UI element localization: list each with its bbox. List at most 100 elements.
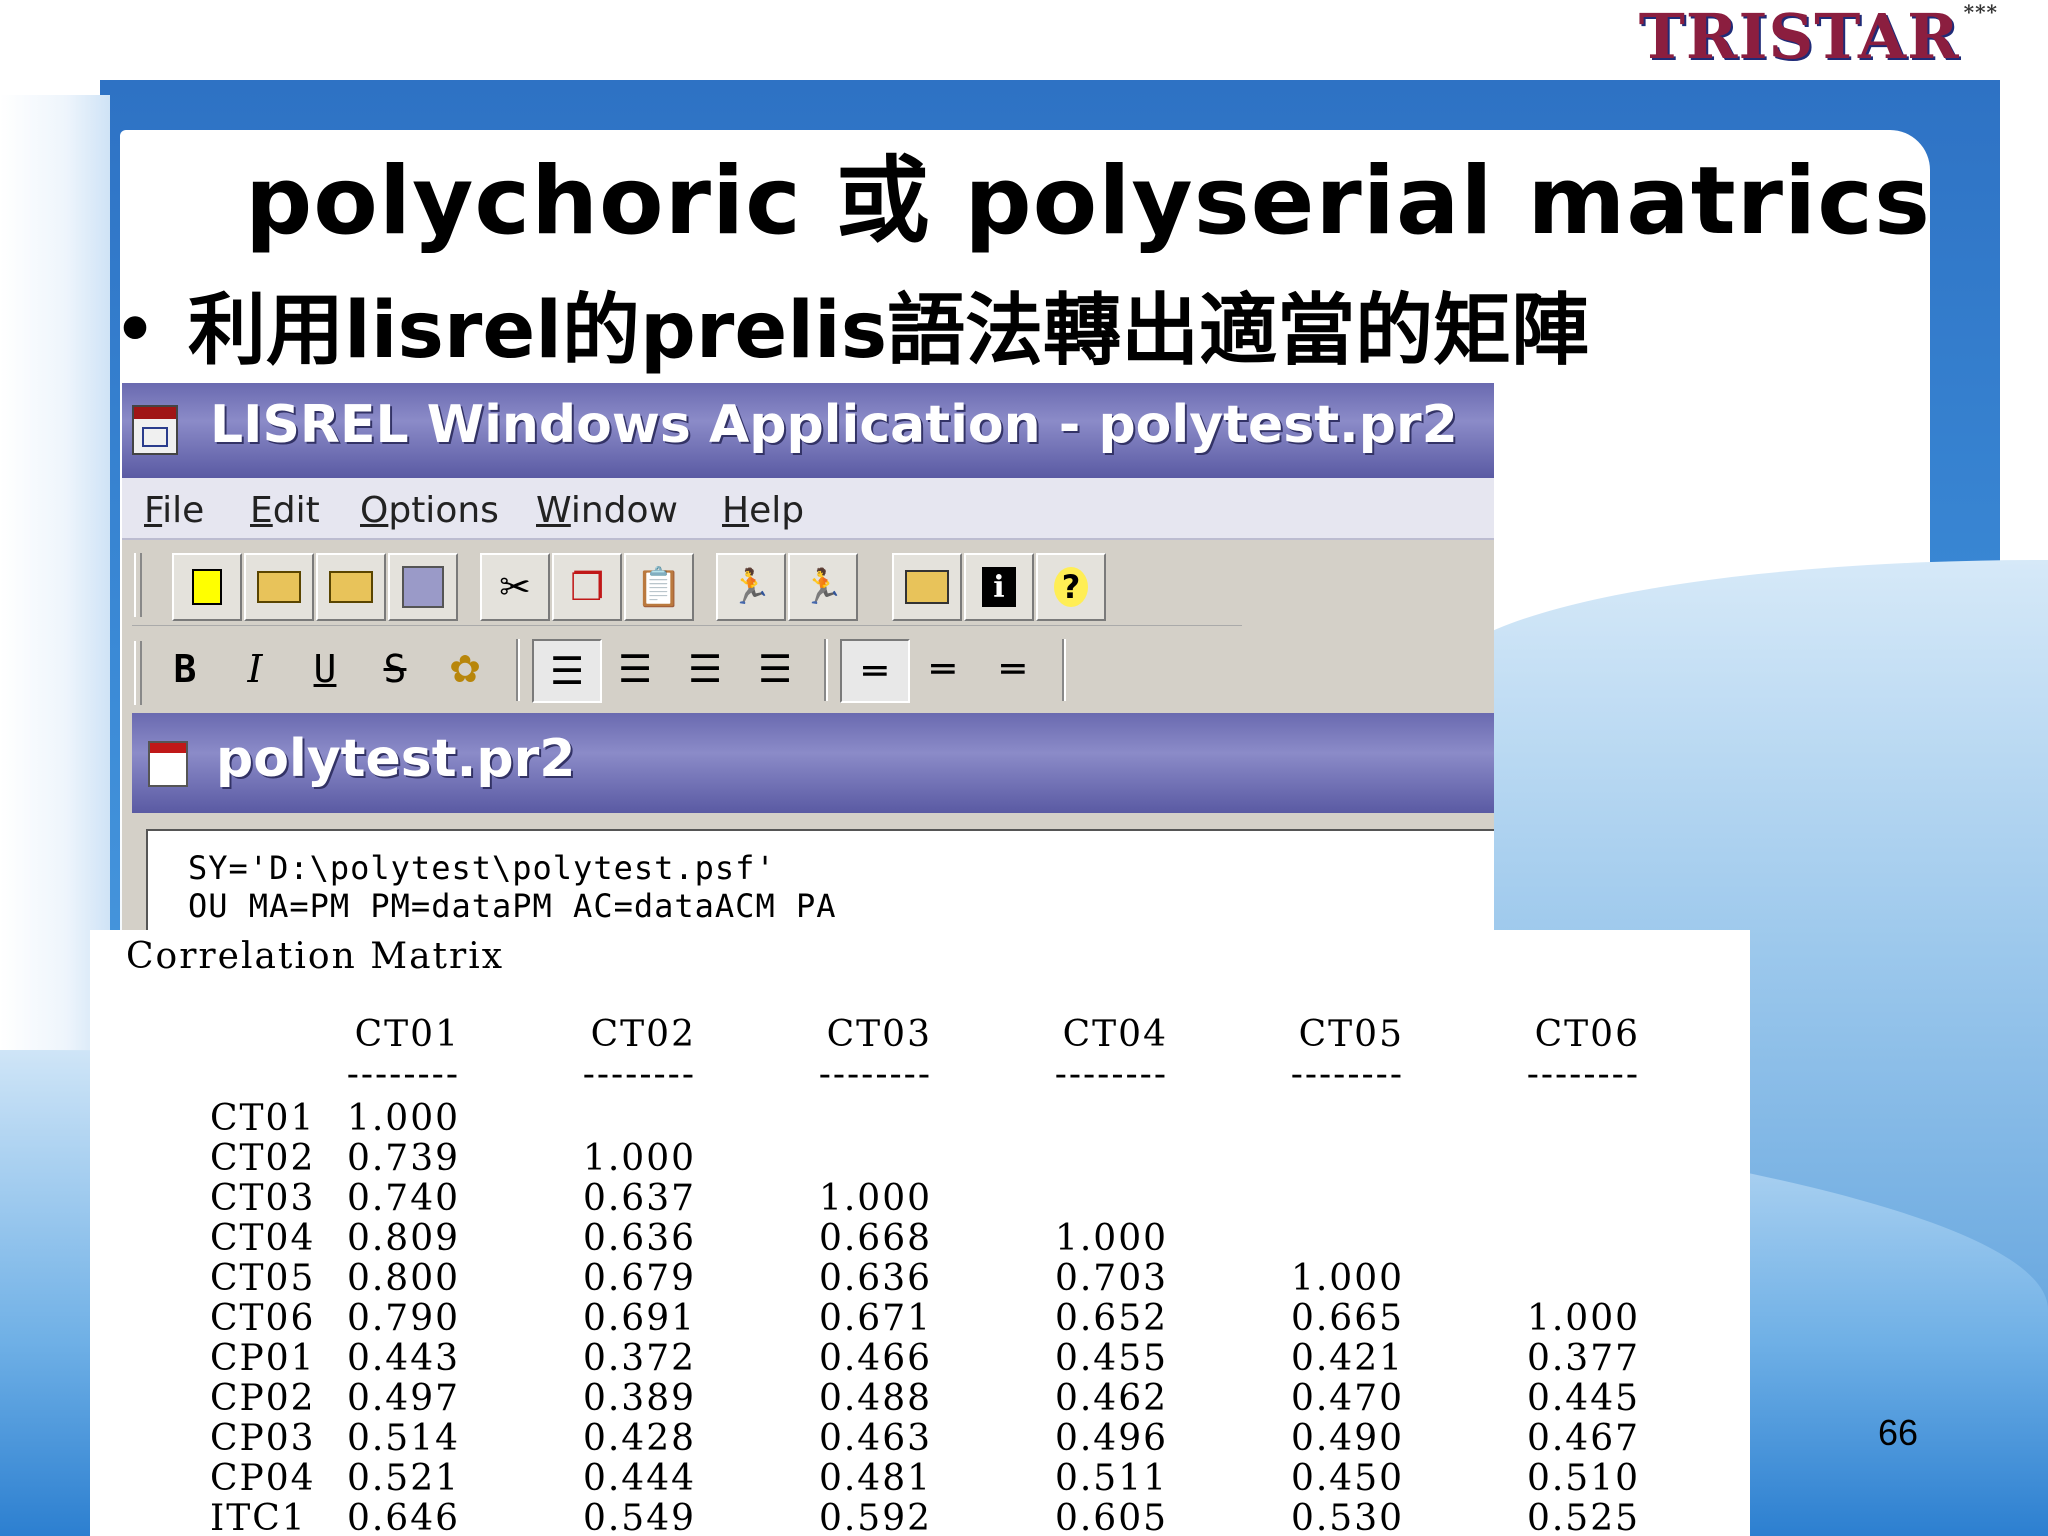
run-lisrel-button[interactable]: 🏃 (716, 553, 786, 621)
matrix-cell: 0.450 (1290, 1458, 1404, 1499)
document-titlebar[interactable]: polytest.pr2 (132, 713, 1494, 813)
align-left-icon: ☰ (549, 649, 585, 693)
paste-icon: 📋 (635, 564, 683, 609)
align-right-button[interactable]: ☰ (672, 639, 738, 699)
matrix-cell: 0.463 (818, 1418, 932, 1459)
align-right-icon: ☰ (687, 647, 723, 691)
lisrel-app-icon[interactable] (132, 405, 178, 455)
save-button[interactable] (388, 553, 458, 621)
matrix-cell: 1.000 (346, 1098, 460, 1139)
matrix-cell: 0.377 (1526, 1338, 1640, 1379)
document-title: polytest.pr2 (216, 729, 576, 789)
code-line: SY='D:\polytest\polytest.psf' (188, 849, 776, 887)
toolbar-grip[interactable] (134, 553, 142, 617)
bullet-dot: • (112, 286, 159, 376)
run-prelis-icon: 🏃 (801, 567, 845, 607)
one-half-spacing-button[interactable]: ═ (910, 639, 976, 699)
scissors-icon: ✂ (499, 565, 531, 609)
underline-button[interactable]: U (292, 639, 358, 699)
align-center-icon: ☰ (617, 647, 653, 691)
help-button[interactable]: ? (1036, 553, 1106, 621)
brand-logo: TRISTAR *** (1638, 0, 1998, 73)
run-lisrel-icon: 🏃 (729, 567, 773, 607)
matrix-cell: 0.646 (346, 1498, 460, 1536)
syntax-editor[interactable]: SY='D:\polytest\polytest.psf' OU MA=PM P… (146, 829, 1494, 933)
color-button[interactable]: ✿ (432, 639, 498, 699)
strikethrough-button[interactable]: S (362, 639, 428, 699)
italic-button[interactable]: I (222, 639, 288, 699)
matrix-cell: 0.636 (818, 1258, 932, 1299)
menu-options[interactable]: Options (360, 490, 499, 531)
matrix-cell: 0.740 (346, 1178, 460, 1219)
new-file-icon (192, 569, 222, 605)
menu-window[interactable]: Window (536, 490, 678, 531)
printer-icon (905, 570, 949, 604)
slide-title: polychoric 或 polyserial matrics (245, 147, 1931, 256)
column-divider: -------- (1054, 1054, 1168, 1095)
code-line: OU MA=PM PM=dataPM AC=dataACM PA (188, 887, 837, 925)
copy-icon: ❐ (569, 565, 605, 609)
paste-button[interactable]: 📋 (624, 553, 694, 621)
question-mark-icon: ? (1054, 567, 1088, 607)
column-header: CT03 (826, 1014, 932, 1055)
bullet-point: • 利用lisrel的prelis語法轉出適當的矩陣 (112, 268, 1589, 380)
matrix-cell: 0.549 (582, 1498, 696, 1536)
column-header: CT02 (590, 1014, 696, 1055)
justify-icon: ☰ (757, 647, 793, 691)
matrix-cell: 1.000 (1290, 1258, 1404, 1299)
double-spacing-button[interactable]: ═ (980, 639, 1046, 699)
matrix-cell: 0.703 (1054, 1258, 1168, 1299)
new-file-button[interactable] (172, 553, 242, 621)
open-folder-icon (257, 571, 301, 603)
open-folder-arrow-icon (329, 571, 373, 603)
menu-bar: File Edit Options Window Help (122, 478, 1494, 540)
matrix-cell: 0.691 (582, 1298, 696, 1339)
matrix-cell: 0.428 (582, 1418, 696, 1459)
matrix-cell: 0.679 (582, 1258, 696, 1299)
matrix-cell: 0.809 (346, 1218, 460, 1259)
toolbar-separator (1062, 639, 1066, 701)
matrix-cell: 0.605 (1054, 1498, 1168, 1536)
one-half-spacing-icon: ═ (931, 647, 955, 691)
matrix-cell: 0.445 (1526, 1378, 1640, 1419)
open-file-button[interactable] (244, 553, 314, 621)
lisrel-window: LISREL Windows Application - polytest.pr… (122, 383, 1494, 933)
matrix-cell: 1.000 (1054, 1218, 1168, 1259)
toolbar-separator (824, 639, 828, 701)
column-divider: -------- (582, 1054, 696, 1095)
print-button[interactable] (892, 553, 962, 621)
matrix-cell: 0.668 (818, 1218, 932, 1259)
menu-help[interactable]: Help (722, 490, 804, 531)
single-spacing-button[interactable]: ═ (840, 639, 910, 703)
run-prelis-button[interactable]: 🏃 (788, 553, 858, 621)
matrix-cell: 0.739 (346, 1138, 460, 1179)
info-button[interactable]: i (964, 553, 1034, 621)
bold-button[interactable]: B (152, 639, 218, 699)
document-icon[interactable] (148, 741, 188, 787)
justify-button[interactable]: ☰ (742, 639, 808, 699)
matrix-cell: 0.389 (582, 1378, 696, 1419)
matrix-cell: 0.490 (1290, 1418, 1404, 1459)
column-header: CT06 (1534, 1014, 1640, 1055)
copy-button[interactable]: ❐ (552, 553, 622, 621)
matrix-cell: 0.592 (818, 1498, 932, 1536)
info-icon: i (982, 567, 1016, 607)
matrix-cell: 0.443 (346, 1338, 460, 1379)
matrix-cell: 0.790 (346, 1298, 460, 1339)
color-palette-icon: ✿ (449, 647, 481, 691)
toolbar-grip[interactable] (134, 641, 142, 705)
matrix-cell: 0.481 (818, 1458, 932, 1499)
matrix-cell: 0.671 (818, 1298, 932, 1339)
page-number: 66 (1878, 1412, 1919, 1453)
open-recent-button[interactable] (316, 553, 386, 621)
single-spacing-icon: ═ (863, 649, 887, 693)
matrix-cell: 0.467 (1526, 1418, 1640, 1459)
cut-button[interactable]: ✂ (480, 553, 550, 621)
column-header: CT04 (1062, 1014, 1168, 1055)
menu-edit[interactable]: Edit (250, 490, 320, 531)
align-center-button[interactable]: ☰ (602, 639, 668, 699)
menu-file[interactable]: File (144, 490, 204, 531)
window-titlebar[interactable]: LISREL Windows Application - polytest.pr… (122, 383, 1494, 478)
matrix-cell: 1.000 (1526, 1298, 1640, 1339)
align-left-button[interactable]: ☰ (532, 639, 602, 703)
